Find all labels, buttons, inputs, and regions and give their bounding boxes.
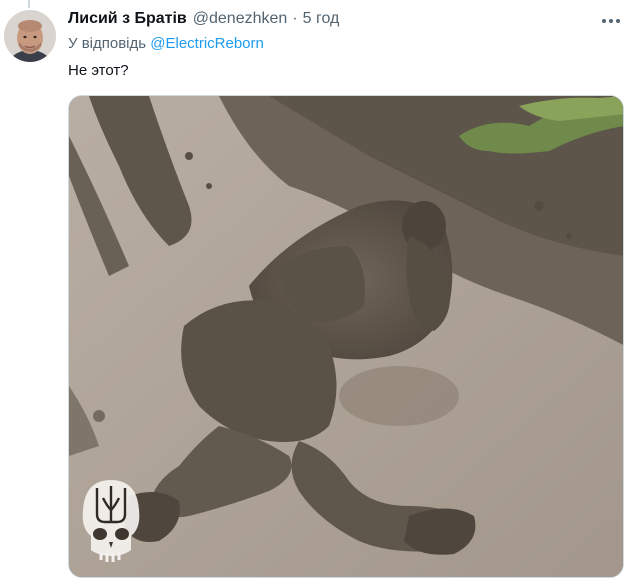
tweet-media-image[interactable]: [68, 95, 624, 578]
tweet-text: Не этот?: [68, 62, 129, 79]
timestamp[interactable]: 5 год: [303, 10, 340, 28]
reply-mention-link[interactable]: @ElectricReborn: [150, 35, 264, 52]
user-handle[interactable]: @denezhken: [193, 10, 288, 28]
trident-skull-icon: [82, 480, 140, 562]
reply-context: У відповідь @ElectricReborn: [68, 35, 622, 57]
reply-prefix: У відповідь: [68, 35, 147, 52]
media-photo: [69, 96, 623, 577]
display-name[interactable]: Лисий з Братів: [68, 10, 187, 28]
avatar-image: [4, 10, 56, 62]
tweet-body: Лисий з Братів @denezhken · 5 год У відп…: [68, 10, 622, 82]
more-horizontal-icon: [602, 19, 620, 23]
thread-connector-line: [28, 0, 30, 8]
more-options-button[interactable]: [600, 14, 622, 28]
separator-dot: ·: [292, 10, 298, 27]
tweet-header: Лисий з Братів @denezhken · 5 год: [68, 10, 622, 34]
avatar[interactable]: [4, 10, 56, 62]
